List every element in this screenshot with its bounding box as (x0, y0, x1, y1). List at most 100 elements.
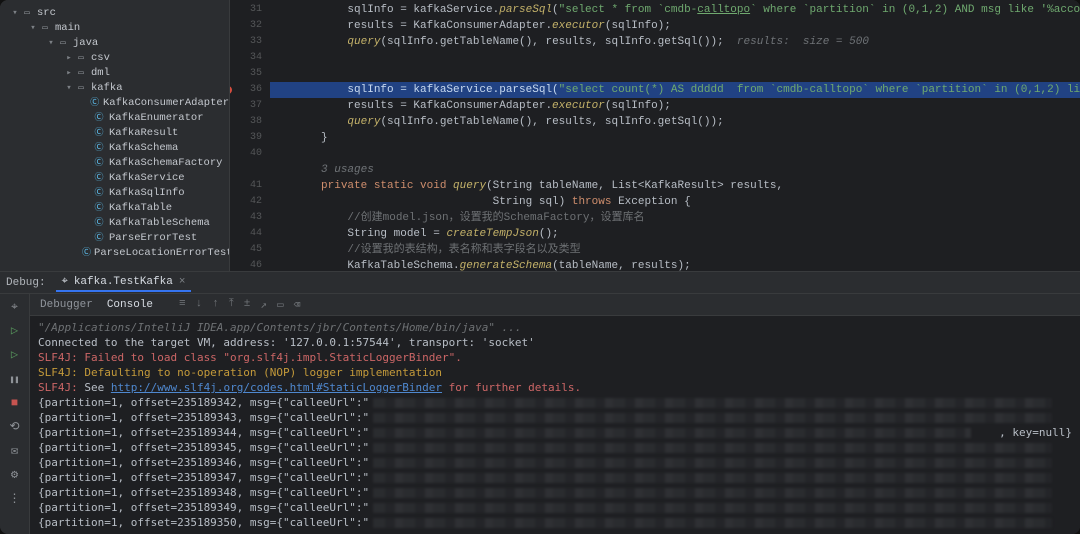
console-toolbar-icon-4[interactable]: ± (244, 298, 251, 312)
tree-row[interactable]: KafkaConsumerAdapter (0, 96, 229, 111)
console-line: {partition=1, offset=235189348, msg={"ca… (38, 485, 1072, 500)
line-number[interactable]: 44 (230, 226, 262, 242)
line-number[interactable]: 31 (230, 2, 262, 18)
code-line[interactable]: results = KafkaConsumerAdapter.executor(… (270, 98, 1080, 114)
tree-item-label: java (73, 36, 98, 51)
line-number[interactable]: 36 (230, 82, 262, 98)
code-line[interactable]: results = KafkaConsumerAdapter.executor(… (270, 18, 1080, 34)
console-body[interactable]: "/Applications/IntelliJ IDEA.app/Content… (30, 316, 1080, 534)
line-number[interactable]: 33 (230, 34, 262, 50)
tree-item-label: src (37, 6, 56, 21)
line-number[interactable]: 43 (230, 210, 262, 226)
chevron-down-icon[interactable] (64, 81, 74, 96)
line-number[interactable]: 38 (230, 114, 262, 130)
debug-label: Debug: (6, 277, 46, 289)
stop-icon[interactable] (7, 396, 23, 410)
close-icon[interactable]: × (179, 276, 186, 288)
pkg-icon (74, 66, 88, 81)
console-tab-debugger[interactable]: Debugger (40, 299, 93, 311)
tree-row[interactable]: ParseLocationErrorTest (0, 246, 229, 261)
tree-item-label: KafkaEnumerator (109, 111, 204, 126)
more-icon[interactable] (7, 492, 23, 506)
editor-code[interactable]: sqlInfo = kafkaService.parseSql("select … (270, 0, 1080, 271)
code-line[interactable]: query(sqlInfo.getTableName(), results, s… (270, 114, 1080, 130)
code-line[interactable]: sqlInfo = kafkaService.parseSql("select … (270, 2, 1080, 18)
console-toolbar-icon-6[interactable]: ▭ (277, 298, 284, 312)
pkg-icon (74, 81, 88, 96)
tree-row[interactable]: dml (0, 66, 229, 81)
settings-icon[interactable] (7, 468, 23, 482)
tree-item-label: KafkaResult (109, 126, 178, 141)
tree-row[interactable]: csv (0, 51, 229, 66)
code-line[interactable] (270, 50, 1080, 66)
console-toolbar-icon-5[interactable]: ↗ (260, 298, 267, 312)
debug-tab[interactable]: ⌖ kafka.TestKafka × (56, 274, 192, 292)
chevron-right-icon[interactable] (64, 51, 74, 66)
line-number[interactable] (230, 162, 262, 178)
view-breakpoints-icon[interactable] (7, 420, 23, 434)
console-toolbar-icon-7[interactable]: ⌫ (294, 298, 301, 312)
code-line[interactable]: KafkaTableSchema.generateSchema(tableNam… (270, 258, 1080, 271)
dump-threads-icon[interactable] (7, 444, 23, 458)
debug-tab-name: kafka.TestKafka (74, 276, 173, 288)
code-editor[interactable]: 31323334353637383940 414243444546 sqlInfo… (230, 0, 1080, 271)
code-line[interactable]: //创建model.json，设置我的SchemaFactory，设置库名 (270, 210, 1080, 226)
console-toolbar-icon-3[interactable]: ⤒ (229, 298, 234, 312)
pause-icon[interactable] (7, 372, 23, 386)
tree-item-label: KafkaSqlInfo (109, 186, 185, 201)
line-number[interactable]: 32 (230, 18, 262, 34)
code-line[interactable]: String model = createTempJson(); (270, 226, 1080, 242)
rerun-icon[interactable] (7, 300, 23, 314)
tree-row[interactable]: main (0, 21, 229, 36)
tree-row[interactable]: kafka (0, 81, 229, 96)
tree-row[interactable]: KafkaResult (0, 126, 229, 141)
tree-row[interactable]: KafkaSchemaFactory (0, 156, 229, 171)
class-icon (89, 96, 99, 111)
tree-row[interactable]: KafkaSqlInfo (0, 186, 229, 201)
bug-icon: ⌖ (62, 276, 68, 288)
class-icon (92, 156, 106, 171)
code-line[interactable]: //设置我的表结构，表名称和表字段名以及类型 (270, 242, 1080, 258)
tree-row[interactable]: KafkaService (0, 171, 229, 186)
console-tab-console[interactable]: Console (107, 299, 153, 311)
line-number[interactable]: 42 (230, 194, 262, 210)
chevron-down-icon[interactable] (46, 36, 56, 51)
chevron-down-icon[interactable] (10, 6, 20, 21)
run-to-cursor-icon[interactable] (7, 348, 23, 362)
line-number[interactable]: 37 (230, 98, 262, 114)
tree-row[interactable]: java (0, 36, 229, 51)
line-number[interactable]: 46 (230, 258, 262, 271)
tree-row[interactable]: KafkaSchema (0, 141, 229, 156)
tree-row[interactable]: KafkaEnumerator (0, 111, 229, 126)
pkg-icon (74, 51, 88, 66)
console-toolbar-icon-0[interactable]: ≡ (179, 298, 186, 312)
tree-row[interactable]: ParseErrorTest (0, 231, 229, 246)
tree-row[interactable]: KafkaTableSchema (0, 216, 229, 231)
resume-icon[interactable] (7, 324, 23, 338)
class-icon (92, 126, 106, 141)
code-line[interactable]: sqlInfo = kafkaService.parseSql("select … (270, 82, 1080, 98)
code-line[interactable]: query(sqlInfo.getTableName(), results, s… (270, 34, 1080, 50)
code-line[interactable]: private static void query(String tableNa… (270, 178, 1080, 194)
tree-row[interactable]: src (0, 6, 229, 21)
code-line[interactable]: String sql) throws Exception { (270, 194, 1080, 210)
chevron-right-icon[interactable] (64, 66, 74, 81)
editor-gutter[interactable]: 31323334353637383940 414243444546 (230, 0, 270, 271)
project-tree[interactable]: srcmainjavacsvdmlkafkaKafkaConsumerAdapt… (0, 0, 230, 271)
code-line[interactable]: 3 usages (270, 162, 1080, 178)
line-number[interactable]: 41 (230, 178, 262, 194)
line-number[interactable]: 39 (230, 130, 262, 146)
console-toolbar-icon-2[interactable]: ↑ (212, 298, 219, 312)
code-line[interactable] (270, 66, 1080, 82)
line-number[interactable]: 34 (230, 50, 262, 66)
line-number[interactable]: 35 (230, 66, 262, 82)
line-number[interactable]: 45 (230, 242, 262, 258)
top-split: srcmainjavacsvdmlkafkaKafkaConsumerAdapt… (0, 0, 1080, 272)
code-line[interactable] (270, 146, 1080, 162)
line-number[interactable]: 40 (230, 146, 262, 162)
code-line[interactable]: } (270, 130, 1080, 146)
tree-row[interactable]: KafkaTable (0, 201, 229, 216)
console-line: {partition=1, offset=235189350, msg={"ca… (38, 515, 1072, 530)
console-toolbar-icon-1[interactable]: ↓ (196, 298, 203, 312)
chevron-down-icon[interactable] (28, 21, 38, 36)
